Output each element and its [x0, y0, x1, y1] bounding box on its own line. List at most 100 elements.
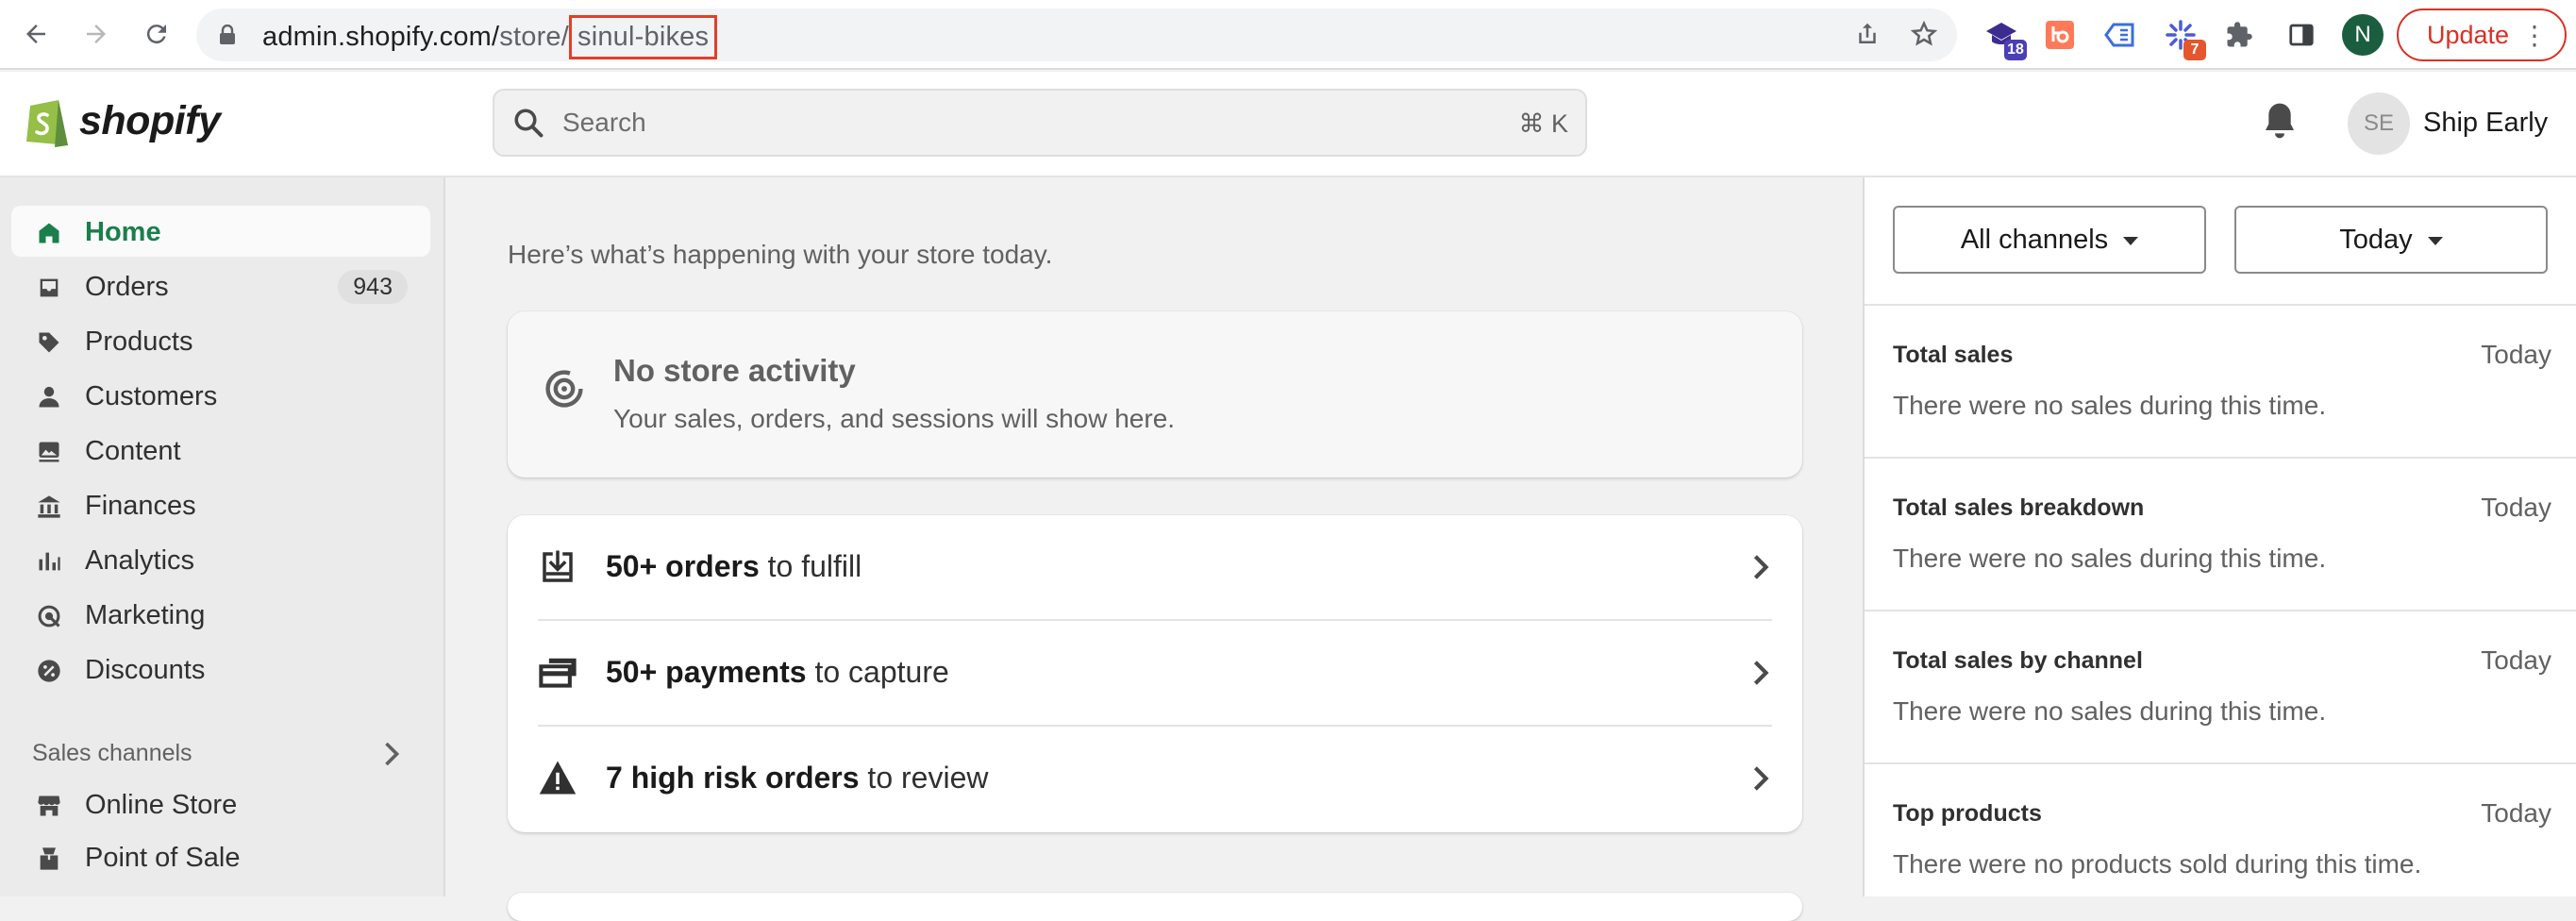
task-text: 7 high risk orders to review — [606, 761, 988, 795]
image-icon — [39, 442, 59, 462]
metric-total-sales[interactable]: Total sales Today There were no sales du… — [1865, 306, 2576, 459]
sidebar-item-analytics[interactable]: Analytics — [11, 534, 430, 585]
forward-arrow-icon — [87, 25, 106, 43]
task-row-high-risk[interactable]: 7 high risk orders to review — [538, 727, 1772, 832]
back-arrow-icon — [26, 25, 45, 43]
store-icon — [38, 795, 60, 816]
back-button[interactable] — [17, 15, 55, 53]
metric-period: Today — [2481, 493, 2551, 522]
browser-toolbar: admin.shopify.com/store/sinul-bikes 18 7… — [0, 0, 2576, 70]
metric-title: Total sales — [1893, 342, 2014, 368]
date-filter-dropdown[interactable]: Today — [2234, 206, 2548, 274]
side-panel-button[interactable] — [2282, 15, 2321, 55]
task-rest: to fulfill — [759, 549, 862, 583]
chevron-right-icon[interactable] — [381, 742, 402, 766]
hubspot-icon — [2046, 21, 2074, 49]
metric-description: There were no sales during this time. — [1893, 544, 2327, 573]
search-bar[interactable]: ⌘ K — [493, 89, 1587, 157]
url-store-slug: sinul-bikes — [569, 15, 718, 59]
extension-tag[interactable] — [2100, 15, 2140, 55]
update-label: Update — [2427, 20, 2510, 49]
sidebar-item-label: Finances — [85, 491, 196, 521]
side-panel-icon — [2289, 24, 2314, 46]
extensions-menu-button[interactable] — [2219, 15, 2259, 55]
next-card-partial — [508, 893, 1802, 921]
sidebar-item-orders[interactable]: Orders 943 — [11, 260, 430, 311]
channel-filter-label: All channels — [1960, 224, 2109, 255]
chevron-right-icon — [1753, 555, 1769, 579]
search-shortcut: ⌘ K — [1518, 109, 1568, 138]
sidebar-nav: Home Orders 943 Products Customers Conte… — [0, 177, 445, 896]
extension-hubspot[interactable] — [2040, 15, 2080, 55]
metric-total-sales-by-channel[interactable]: Total sales by channel Today There were … — [1865, 611, 2576, 764]
task-bold: 50+ payments — [606, 655, 807, 689]
sidebar-item-point-of-sale[interactable]: Point of Sale — [11, 831, 430, 882]
sales-channels-heading: Sales channels — [32, 740, 192, 766]
browser-profile-avatar[interactable]: N — [2342, 14, 2384, 56]
store-name[interactable]: Ship Early — [2423, 108, 2548, 139]
shopify-logo[interactable]: shopify — [23, 92, 221, 149]
task-bold: 7 high risk orders — [606, 761, 860, 795]
bookmark-star-icon[interactable] — [1910, 20, 1938, 48]
bar-chart-icon — [39, 552, 60, 571]
sidebar-item-label: Marketing — [85, 600, 206, 630]
lock-icon — [219, 24, 236, 50]
sidebar-item-content[interactable]: Content — [11, 425, 430, 476]
sidebar-item-products[interactable]: Products — [11, 315, 430, 366]
bank-icon — [38, 495, 60, 518]
person-icon — [39, 386, 59, 408]
update-button[interactable]: Update ⋮ — [2397, 8, 2567, 61]
sidebar-item-label: Online Store — [85, 790, 238, 820]
more-vert-icon[interactable]: ⋮ — [2521, 20, 2548, 51]
home-icon — [39, 223, 59, 243]
activity-title: No store activity — [613, 353, 856, 388]
sidebar-item-online-store[interactable]: Online Store — [11, 779, 430, 829]
task-text: 50+ orders to fulfill — [606, 549, 861, 584]
search-icon — [511, 106, 545, 144]
shopify-bag-icon — [26, 100, 68, 147]
pos-icon — [40, 847, 59, 870]
sidebar-item-discounts[interactable]: Discounts — [11, 644, 430, 695]
activity-subtitle: Your sales, orders, and sessions will sh… — [613, 404, 1176, 433]
extension-spinner[interactable]: 7 — [2161, 15, 2206, 60]
sidebar-item-label: Products — [85, 327, 193, 357]
task-row-fulfill[interactable]: 50+ orders to fulfill — [538, 515, 1772, 621]
address-bar[interactable]: admin.shopify.com/store/sinul-bikes — [196, 8, 1957, 61]
metric-description: There were no sales during this time. — [1893, 696, 2327, 726]
url-host: admin.shopify.com/ — [262, 22, 500, 52]
sidebar-item-label: Analytics — [85, 545, 195, 576]
forward-button[interactable] — [77, 15, 115, 53]
reload-icon — [146, 25, 166, 44]
url-path: store/ — [499, 22, 570, 52]
sidebar-item-marketing[interactable]: Marketing — [11, 589, 430, 640]
channel-filter-dropdown[interactable]: All channels — [1893, 206, 2206, 274]
task-row-payments[interactable]: 50+ payments to capture — [538, 621, 1772, 727]
share-icon[interactable] — [1853, 20, 1882, 48]
url-text: admin.shopify.com/store/sinul-bikes — [262, 15, 718, 59]
chevron-right-icon — [1753, 766, 1769, 791]
tag-extension-icon — [2104, 23, 2134, 47]
notifications-bell-icon[interactable] — [2261, 100, 2299, 146]
sidebar-item-finances[interactable]: Finances — [11, 479, 430, 530]
reload-button[interactable] — [138, 15, 176, 53]
task-rest: to capture — [806, 655, 949, 689]
target-icon — [38, 605, 60, 628]
discount-icon — [38, 660, 60, 682]
extension-graduation[interactable]: 18 — [1982, 15, 2027, 60]
metric-period: Today — [2481, 645, 2551, 675]
caret-down-icon — [2427, 236, 2443, 245]
puzzle-icon — [2227, 22, 2252, 47]
tag-icon — [39, 332, 59, 353]
sidebar-item-customers[interactable]: Customers — [11, 370, 430, 421]
sidebar-item-home[interactable]: Home — [11, 206, 430, 257]
caret-down-icon — [2123, 236, 2139, 245]
metric-description: There were no products sold during this … — [1893, 849, 2422, 879]
metric-top-products[interactable]: Top products Today There were no product… — [1865, 764, 2576, 917]
user-avatar[interactable]: SE — [2348, 92, 2410, 155]
metric-total-sales-breakdown[interactable]: Total sales breakdown Today There were n… — [1865, 459, 2576, 611]
search-input[interactable] — [562, 108, 1412, 138]
metric-description: There were no sales during this time. — [1893, 391, 2327, 420]
store-activity-card: No store activity Your sales, orders, an… — [508, 311, 1802, 477]
sidebar-item-label: Customers — [85, 381, 218, 411]
sidebar-item-label: Discounts — [85, 655, 206, 685]
